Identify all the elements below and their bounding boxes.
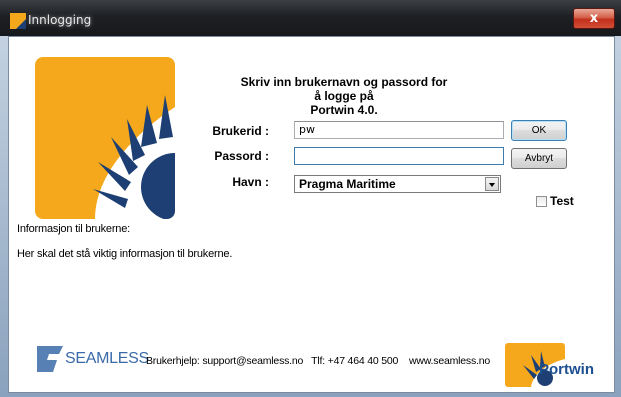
portwin-logo-text: Portwin	[539, 361, 594, 378]
chevron-down-icon[interactable]	[485, 177, 499, 191]
password-input[interactable]	[294, 147, 504, 165]
title-bar[interactable]: Innlogging x	[0, 0, 621, 36]
info-heading: Informasjon til brukerne:	[17, 223, 130, 235]
prompt-line-1: Skriv inn brukernavn og passord for å lo…	[240, 75, 448, 103]
ok-button[interactable]: OK	[511, 120, 567, 141]
login-prompt: Skriv inn brukernavn og passord for å lo…	[239, 75, 449, 117]
test-checkbox-label[interactable]: Test	[550, 194, 574, 208]
seamless-logo-text: SEAMLESS	[65, 350, 149, 367]
test-checkbox[interactable]	[536, 196, 547, 207]
portwin-sun-logo	[35, 57, 175, 219]
close-button[interactable]: x	[573, 8, 615, 29]
seamless-logo-mark	[37, 346, 63, 372]
harbor-selected-value: Pragma Maritime	[299, 177, 396, 191]
harbor-label: Havn :	[232, 175, 269, 189]
login-window: Innlogging x Skriv inn brukernavn og pas…	[0, 0, 621, 397]
dialog-client-area: Skriv inn brukernavn og passord for å lo…	[8, 36, 615, 393]
password-label: Passord :	[214, 149, 269, 163]
portwin-app-icon	[10, 13, 26, 29]
harbor-select[interactable]: Pragma Maritime	[294, 175, 501, 193]
info-message: Her skal det stå viktig informasjon til …	[17, 248, 233, 260]
window-title: Innlogging	[28, 13, 92, 27]
user-id-label: Brukerid :	[212, 124, 269, 138]
prompt-line-2: Portwin 4.0.	[310, 103, 378, 117]
user-id-input[interactable]: pw	[294, 121, 504, 139]
seamless-logo: SEAMLESS	[35, 340, 149, 376]
portwin-logo: Portwin	[501, 339, 609, 389]
support-info: Brukerhjelp: support@seamless.no Tlf: +4…	[146, 355, 491, 367]
cancel-button[interactable]: Avbryt	[511, 148, 567, 169]
